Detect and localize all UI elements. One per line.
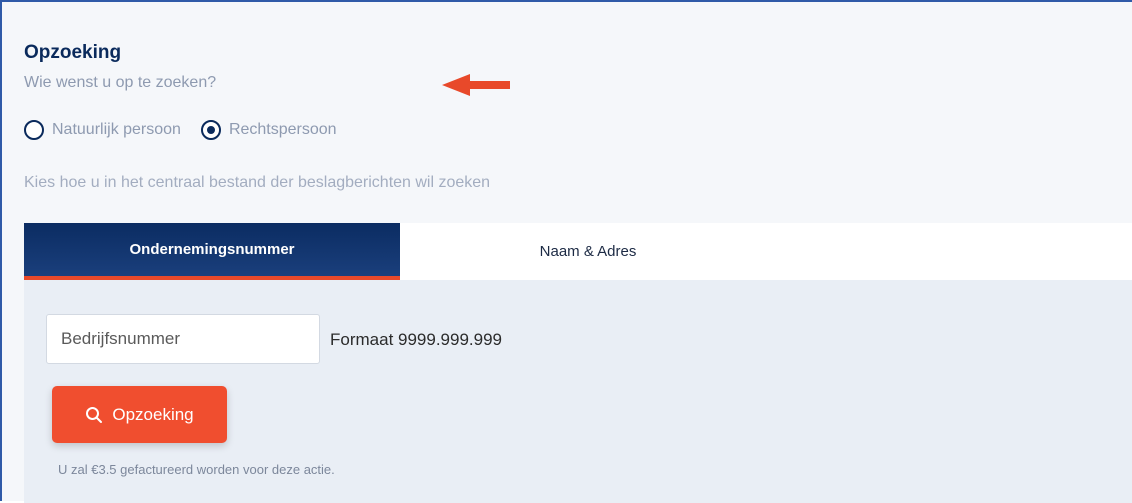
annotation-arrow-icon (442, 74, 510, 96)
radio-unchecked-icon[interactable] (24, 120, 44, 140)
radio-natuurlijk-persoon[interactable]: Natuurlijk persoon (24, 120, 181, 140)
search-icon (86, 406, 103, 423)
radio-label[interactable]: Natuurlijk persoon (52, 121, 181, 139)
tab-naam-adres[interactable]: Naam & Adres (400, 223, 776, 280)
page-title: Opzoeking (24, 42, 122, 63)
billing-note: U zal €3.5 gefactureerd worden voor deze… (58, 462, 335, 477)
person-type-radio-group: Natuurlijk persoon Rechtspersoon (24, 120, 357, 140)
company-number-input[interactable] (46, 314, 320, 364)
search-button-label: Opzoeking (112, 404, 194, 424)
tab-ondernemingsnummer[interactable]: Ondernemingsnummer (24, 223, 400, 280)
page-subtitle: Wie wenst u op te zoeken? (24, 74, 217, 91)
search-method-tabs: Ondernemingsnummer Naam & Adres (24, 223, 1132, 280)
search-panel: Formaat 9999.999.999 Opzoeking U zal €3.… (24, 280, 1132, 503)
format-hint: Formaat 9999.999.999 (330, 330, 503, 349)
search-method-hint: Kies hoe u in het centraal bestand der b… (24, 174, 491, 191)
search-button[interactable]: Opzoeking (52, 386, 227, 443)
search-card: Opzoeking Wie wenst u op te zoeken? Natu… (0, 0, 1132, 503)
radio-checked-icon[interactable] (200, 120, 221, 140)
radio-rechtspersoon[interactable]: Rechtspersoon (200, 120, 337, 140)
radio-label[interactable]: Rechtspersoon (229, 121, 337, 139)
